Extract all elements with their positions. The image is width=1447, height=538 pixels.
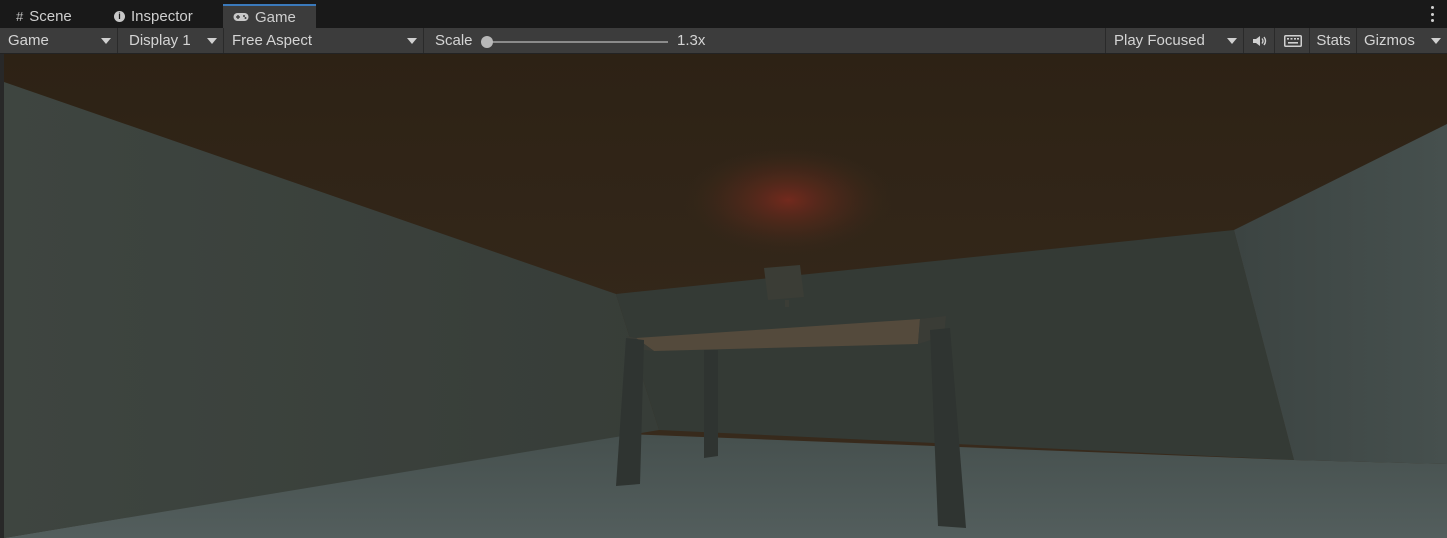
aspect-dropdown[interactable]: Free Aspect [224, 28, 424, 53]
keyboard-shortcuts-button[interactable] [1276, 28, 1310, 53]
chevron-down-icon [1227, 38, 1237, 44]
game-viewport[interactable] [4, 54, 1447, 538]
lamp-stem [785, 300, 789, 307]
info-icon: i [114, 10, 125, 22]
display-value: Display 1 [129, 32, 191, 49]
table-leg-back-left [704, 350, 718, 458]
game-view-toolbar: Game Display 1 Free Aspect Scale 1.3x Pl… [0, 28, 1447, 54]
scale-slider-track[interactable] [487, 41, 668, 43]
game-render [4, 54, 1447, 538]
gizmos-dropdown[interactable]: Gizmos [1358, 28, 1447, 53]
more-options-icon[interactable] [1429, 6, 1435, 22]
lamp-box [764, 265, 804, 300]
view-mode-dropdown[interactable]: Game [0, 28, 118, 53]
stats-label: Stats [1316, 32, 1351, 49]
chevron-down-icon [407, 38, 417, 44]
scale-slider-handle[interactable] [481, 36, 493, 48]
stats-toggle[interactable]: Stats [1311, 28, 1357, 53]
grid-icon: # [16, 8, 24, 24]
tab-game[interactable]: Game [223, 4, 316, 28]
scale-label: Scale [435, 32, 473, 49]
keyboard-icon [1283, 34, 1302, 47]
display-dropdown[interactable]: Display 1 [121, 28, 224, 53]
editor-tab-bar: # Scene i Inspector Game [0, 0, 1447, 28]
tab-inspector[interactable]: i Inspector [104, 4, 222, 28]
tab-inspector-label: Inspector [131, 7, 193, 25]
chevron-down-icon [101, 38, 111, 44]
view-mode-value: Game [8, 32, 49, 49]
play-mode-value: Play Focused [1114, 32, 1205, 49]
gizmos-label: Gizmos [1364, 32, 1415, 49]
tab-scene[interactable]: # Scene [6, 4, 104, 28]
speaker-icon [1252, 35, 1266, 46]
aspect-value: Free Aspect [232, 32, 313, 49]
mute-audio-button[interactable] [1245, 28, 1275, 53]
chevron-down-icon [207, 38, 217, 44]
gamepad-icon [233, 13, 249, 21]
red-light-glow [683, 145, 893, 255]
tab-game-label: Game [255, 8, 296, 26]
play-mode-dropdown[interactable]: Play Focused [1105, 28, 1244, 53]
tab-scene-label: Scene [29, 7, 72, 25]
chevron-down-icon [1431, 38, 1441, 44]
scale-value: 1.3x [677, 32, 706, 49]
